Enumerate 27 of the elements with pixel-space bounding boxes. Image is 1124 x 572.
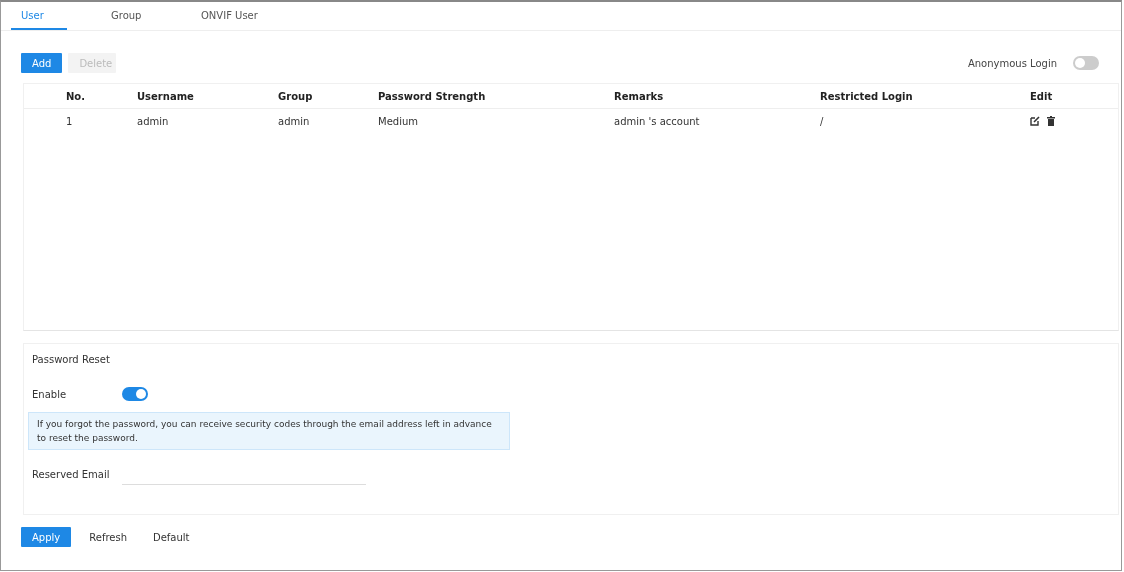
tab[interactable]: Group — [101, 2, 191, 30]
table-cell-text: admin — [278, 115, 311, 127]
column-header: Restricted Login — [820, 90, 914, 102]
table-cell-text: / — [820, 115, 825, 127]
section-title: Password Reset — [32, 354, 111, 367]
edit-icon[interactable] — [1030, 116, 1040, 126]
table-cell-text: Medium — [378, 115, 419, 127]
tab[interactable]: ONVIF User — [191, 2, 281, 30]
info-note: If you forgot the password, you can receive security codes through the email address left in advance to reset the password. — [28, 412, 510, 450]
column-header: Username — [137, 90, 195, 102]
column-header: Remarks — [614, 90, 665, 102]
table-cell-text: 1 — [66, 115, 74, 127]
toggle-switch[interactable] — [1073, 56, 1099, 70]
tab[interactable]: User — [11, 2, 67, 30]
table-cell-text: admin — [137, 115, 170, 127]
delete-icon[interactable] — [1047, 116, 1055, 126]
field-label: Reserved Email — [32, 468, 111, 480]
toggle-switch[interactable] — [122, 387, 148, 401]
table-cell-text: admin 's account — [614, 115, 701, 127]
footer-button[interactable]: Apply — [21, 527, 72, 547]
column-header: Edit — [1030, 90, 1054, 102]
column-header: Password Strength — [378, 90, 487, 102]
column-header: No. — [66, 90, 87, 102]
field-label: Enable — [32, 388, 68, 400]
anonymous-login-label: Anonymous Login — [967, 57, 1057, 69]
column-header: Group — [278, 90, 314, 102]
add-button[interactable]: Add — [21, 53, 63, 73]
